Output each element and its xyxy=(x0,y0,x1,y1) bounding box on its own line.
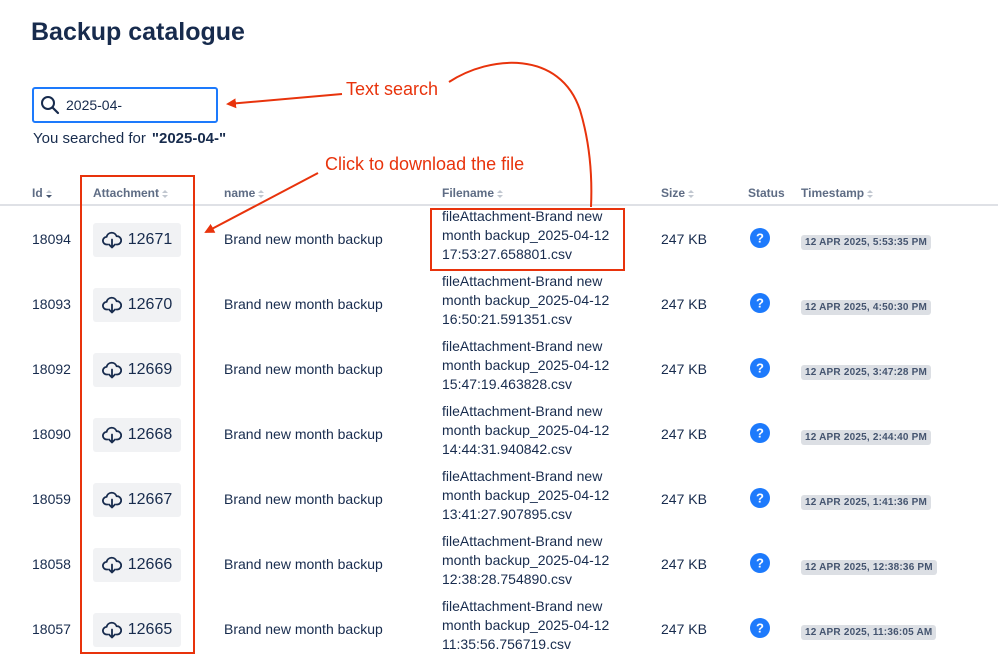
row-name: Brand new month backup xyxy=(224,491,383,507)
status-glyph: ? xyxy=(756,296,764,311)
question-circle-icon[interactable]: ? xyxy=(750,293,770,313)
row-name: Brand new month backup xyxy=(224,556,383,572)
filename-line: month backup_2025-04-12 xyxy=(442,422,610,438)
row-name: Brand new month backup xyxy=(224,426,383,442)
search-summary: You searched for "2025-04-" xyxy=(33,130,226,147)
filename-line: 11:35:56.756719.csv xyxy=(442,636,571,652)
column-header-name[interactable]: name xyxy=(224,186,265,200)
filename-line: fileAttachment-Brand new xyxy=(442,598,603,614)
filename-line: month backup_2025-04-12 xyxy=(442,487,610,503)
timestamp-badge: 12 APR 2025, 1:41:36 PM xyxy=(801,495,932,510)
row-size: 247 KB xyxy=(661,231,707,247)
column-header-timestamp[interactable]: Timestamp xyxy=(801,186,874,200)
row-id: 18058 xyxy=(32,556,71,572)
row-filename: fileAttachment-Brand new month backup_202… xyxy=(442,597,622,654)
timestamp-badge: 12 APR 2025, 3:47:28 PM xyxy=(801,365,932,380)
row-id: 18094 xyxy=(32,231,71,247)
arrow-to-search xyxy=(226,93,343,109)
row-filename: fileAttachment-Brand new month backup_202… xyxy=(442,467,622,524)
question-circle-icon[interactable]: ? xyxy=(750,358,770,378)
filename-line: month backup_2025-04-12 xyxy=(442,617,610,633)
question-circle-icon[interactable]: ? xyxy=(750,228,770,248)
annotation-click-download: Click to download the file xyxy=(325,154,525,174)
column-header-filename-label: Filename xyxy=(442,186,495,200)
status-glyph: ? xyxy=(756,491,764,506)
column-header-id-label: Id xyxy=(32,186,43,200)
row-filename: fileAttachment-Brand new month backup_202… xyxy=(442,337,622,394)
row-filename: fileAttachment-Brand new month backup_202… xyxy=(442,532,622,589)
question-circle-icon[interactable]: ? xyxy=(750,553,770,573)
filename-line: 14:44:31.940842.csv xyxy=(442,441,572,457)
filename-line: fileAttachment-Brand new xyxy=(442,403,603,419)
search-input[interactable] xyxy=(66,97,206,113)
status-glyph: ? xyxy=(756,231,764,246)
sort-arrows-icon xyxy=(258,189,265,198)
filename-line: fileAttachment-Brand new xyxy=(442,468,603,484)
row-size: 247 KB xyxy=(661,491,707,507)
row-name: Brand new month backup xyxy=(224,621,383,637)
row-id: 18090 xyxy=(32,426,71,442)
filename-line: month backup_2025-04-12 xyxy=(442,552,610,568)
timestamp-badge: 12 APR 2025, 12:38:36 PM xyxy=(801,560,937,575)
search-icon xyxy=(41,96,60,115)
filename-line: 12:38:28.754890.csv xyxy=(442,571,572,587)
sort-desc-icon xyxy=(45,189,52,198)
column-header-timestamp-label: Timestamp xyxy=(801,186,865,200)
row-id: 18093 xyxy=(32,296,71,312)
row-id: 18059 xyxy=(32,491,71,507)
column-header-filename[interactable]: Filename xyxy=(442,186,504,200)
annotation-attachment-column-box xyxy=(80,175,195,654)
status-glyph: ? xyxy=(756,361,764,376)
timestamp-badge: 12 APR 2025, 4:50:30 PM xyxy=(801,300,932,315)
filename-line: fileAttachment-Brand new xyxy=(442,338,603,354)
row-name: Brand new month backup xyxy=(224,296,383,312)
timestamp-badge: 12 APR 2025, 2:44:40 PM xyxy=(801,430,932,445)
filename-line: 16:50:21.591351.csv xyxy=(442,311,572,327)
sort-arrows-icon xyxy=(867,189,874,198)
search-box[interactable] xyxy=(32,87,218,123)
status-glyph: ? xyxy=(756,556,764,571)
column-header-status: Status xyxy=(748,186,785,200)
search-summary-prefix: You searched for xyxy=(33,130,146,147)
row-filename: fileAttachment-Brand new month backup_202… xyxy=(442,272,622,329)
sort-arrows-icon xyxy=(688,189,695,198)
timestamp-badge: 12 APR 2025, 11:36:05 AM xyxy=(801,625,937,640)
question-circle-icon[interactable]: ? xyxy=(750,423,770,443)
row-size: 247 KB xyxy=(661,361,707,377)
status-glyph: ? xyxy=(756,621,764,636)
annotation-text-search: Text search xyxy=(346,79,439,99)
filename-line: fileAttachment-Brand new xyxy=(442,273,603,289)
row-size: 247 KB xyxy=(661,426,707,442)
filename-line: 13:41:27.907895.csv xyxy=(442,506,572,522)
filename-line: month backup_2025-04-12 xyxy=(442,292,610,308)
status-glyph: ? xyxy=(756,426,764,441)
page-title: Backup catalogue xyxy=(31,18,245,46)
row-size: 247 KB xyxy=(661,556,707,572)
row-name: Brand new month backup xyxy=(224,231,383,247)
question-circle-icon[interactable]: ? xyxy=(750,618,770,638)
sort-arrows-icon xyxy=(497,189,504,198)
row-size: 247 KB xyxy=(661,296,707,312)
row-size: 247 KB xyxy=(661,621,707,637)
column-header-size[interactable]: Size xyxy=(661,186,695,200)
column-header-size-label: Size xyxy=(661,186,686,200)
filename-line: month backup_2025-04-12 xyxy=(442,357,610,373)
search-summary-term: "2025-04-" xyxy=(151,130,227,147)
filename-line: fileAttachment-Brand new xyxy=(442,533,603,549)
column-header-name-label: name xyxy=(224,186,256,200)
row-filename: fileAttachment-Brand new month backup_202… xyxy=(442,402,622,459)
row-id: 18057 xyxy=(32,621,71,637)
row-id: 18092 xyxy=(32,361,71,377)
column-header-id[interactable]: Id xyxy=(32,186,53,200)
question-circle-icon[interactable]: ? xyxy=(750,488,770,508)
filename-line: 15:47:19.463828.csv xyxy=(442,376,572,392)
timestamp-badge: 12 APR 2025, 5:53:35 PM xyxy=(801,235,932,250)
annotation-filename-box xyxy=(430,208,625,271)
row-name: Brand new month backup xyxy=(224,361,383,377)
